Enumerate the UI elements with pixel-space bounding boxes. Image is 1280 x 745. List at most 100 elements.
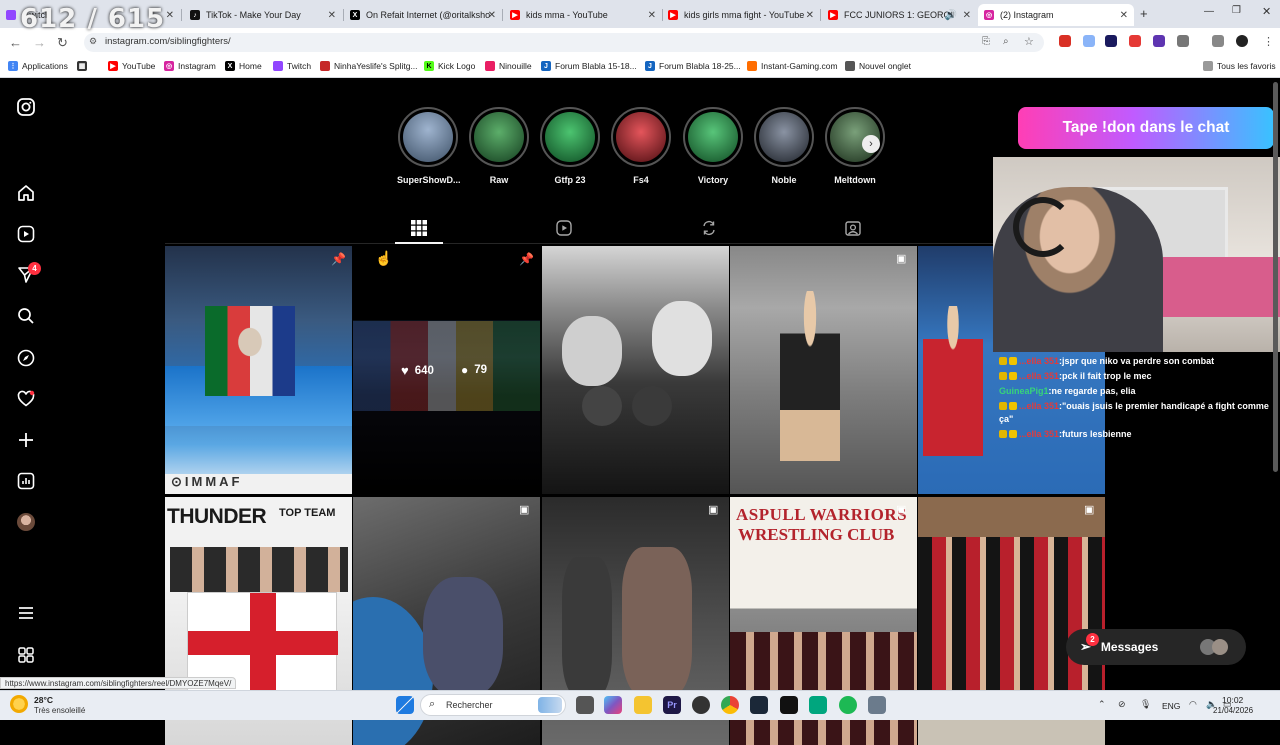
clock-date[interactable]: 21/04/2026 xyxy=(1213,706,1253,715)
app-icon[interactable] xyxy=(809,696,827,714)
spotify-icon[interactable] xyxy=(839,696,857,714)
close-tab-icon[interactable]: ✕ xyxy=(488,10,496,21)
browser-tab-instagram[interactable]: ◎ (2) Instagram ✕ xyxy=(978,4,1134,26)
tray-chevron-up-icon[interactable]: ⌃ xyxy=(1098,699,1106,710)
steam-icon[interactable] xyxy=(750,696,768,714)
browser-tab-youtube-girls-fight[interactable]: ▶ kids girls mma fight - YouTube ✕ xyxy=(662,4,820,26)
zoom-icon[interactable]: ⌕ xyxy=(1003,36,1009,47)
weather-desc[interactable]: Très ensoleillé xyxy=(34,706,85,715)
instagram-logo-icon[interactable] xyxy=(16,97,36,117)
extension-shield-icon[interactable] xyxy=(1153,35,1165,47)
bookmark-ninouille[interactable]: Ninouille xyxy=(485,61,532,71)
language-indicator[interactable]: ENG xyxy=(1162,701,1180,711)
copilot-icon[interactable] xyxy=(604,696,622,714)
highlight-noble[interactable]: Noble xyxy=(753,107,815,185)
profile-avatar[interactable] xyxy=(16,512,36,532)
obs-icon[interactable] xyxy=(692,696,710,714)
explore-compass-icon[interactable] xyxy=(16,348,36,368)
chat-username: ...ella 351 xyxy=(1019,371,1060,381)
all-bookmarks[interactable]: Tous les favoris xyxy=(1203,61,1276,71)
weather-temp[interactable]: 28°C xyxy=(34,695,53,705)
search-icon[interactable] xyxy=(16,306,36,326)
back-icon[interactable]: ← xyxy=(9,35,22,50)
tab-reels-icon[interactable] xyxy=(552,216,576,240)
profile-avatar-icon[interactable] xyxy=(1236,35,1248,47)
dashboard-icon[interactable] xyxy=(16,471,36,491)
site-info-icon[interactable]: ⚙ xyxy=(89,36,97,47)
page-scrollbar[interactable] xyxy=(1273,82,1278,472)
bookmark-star-icon[interactable]: ☆ xyxy=(1024,35,1034,48)
extension-icon[interactable] xyxy=(1105,35,1117,47)
close-tab-icon[interactable]: ✕ xyxy=(166,10,174,21)
bookmark-twitch[interactable]: Twitch xyxy=(273,61,311,71)
premiere-pro-icon[interactable]: Pr xyxy=(663,696,681,714)
close-tab-icon[interactable]: ✕ xyxy=(648,10,656,21)
bookmark-splitgate[interactable]: NinhaYeslife's Splitg... xyxy=(320,61,418,71)
browser-tab-fcc-juniors[interactable]: ▶ FCC JUNIORS 1: GEORGINA 🔊 ✕ xyxy=(822,4,977,26)
bookmark-forum-18-25[interactable]: J Forum Blabla 18-25... xyxy=(645,61,741,71)
browser-tab-x[interactable]: X On Refait Internet (@oritalksho ✕ xyxy=(344,4,502,26)
bookmark-instant-gaming[interactable]: Instant-Gaming.com xyxy=(747,61,838,71)
close-tab-icon[interactable]: ✕ xyxy=(963,10,971,21)
also-from-meta-icon[interactable] xyxy=(16,645,36,665)
task-view-icon[interactable] xyxy=(576,696,594,714)
install-app-icon[interactable]: ⎘ xyxy=(982,36,990,47)
highlights-next-arrow-icon[interactable]: › xyxy=(862,135,880,153)
post-tile-boys-boxing-bw[interactable] xyxy=(542,246,729,494)
browser-tab-tiktok[interactable]: ♪ TikTok - Make Your Day ✕ xyxy=(184,4,342,26)
more-menu-icon[interactable] xyxy=(16,603,36,623)
create-plus-icon[interactable] xyxy=(16,430,36,450)
bookmark-home[interactable]: X Home xyxy=(225,61,262,71)
tab-posts-grid-icon[interactable] xyxy=(407,216,431,240)
bookmark-instagram[interactable]: ◎ Instagram xyxy=(164,61,216,71)
clock-time[interactable]: 10:02 xyxy=(1222,695,1243,705)
close-tab-icon[interactable]: ✕ xyxy=(328,10,336,21)
window-close-button[interactable]: ✕ xyxy=(1262,5,1271,18)
browser-menu-icon[interactable]: ⋮ xyxy=(1263,35,1274,48)
tiktok-icon[interactable] xyxy=(780,696,798,714)
browser-tab-youtube-kids-mma[interactable]: ▶ kids mma - YouTube ✕ xyxy=(504,4,662,26)
close-tab-icon[interactable]: ✕ xyxy=(1120,10,1128,21)
bookmark-youtube[interactable]: ▶ YouTube xyxy=(108,61,155,71)
tray-icon[interactable]: ⊘ xyxy=(1118,699,1126,710)
highlight-raw[interactable]: Raw xyxy=(468,107,530,185)
extensions-puzzle-icon[interactable] xyxy=(1177,35,1189,47)
settings-gear-icon[interactable] xyxy=(868,696,886,714)
forward-icon[interactable]: → xyxy=(33,35,46,50)
weather-sun-icon[interactable] xyxy=(10,695,28,713)
highlight-supershow[interactable]: SuperShowD... xyxy=(397,107,461,185)
tab-reposts-icon[interactable] xyxy=(697,216,721,240)
home-icon[interactable] xyxy=(16,183,36,203)
extension-icon[interactable] xyxy=(1083,35,1095,47)
highlight-gtfp23[interactable]: Gtfp 23 xyxy=(539,107,601,185)
media-icon[interactable] xyxy=(1212,35,1224,47)
reels-icon[interactable] xyxy=(16,224,36,244)
instant-gaming-icon xyxy=(747,61,757,71)
extension-icon[interactable] xyxy=(1129,35,1141,47)
close-tab-icon[interactable]: ✕ xyxy=(806,10,814,21)
tab-tagged-icon[interactable] xyxy=(841,216,865,240)
reload-icon[interactable]: ↻ xyxy=(57,35,68,51)
bookmark-forum-15-18[interactable]: J Forum Blabla 15-18... xyxy=(541,61,637,71)
chat-text: :futurs lesbienne xyxy=(1059,429,1132,439)
microphone-icon[interactable]: 🎙 xyxy=(1140,699,1151,710)
bookmark-kick[interactable]: K Kick Logo xyxy=(424,61,475,71)
minimize-button[interactable]: — xyxy=(1204,6,1214,17)
wifi-icon[interactable]: ◠ xyxy=(1189,699,1197,710)
post-tile-running-kid[interactable]: ▣ xyxy=(730,246,917,494)
highlight-victory[interactable]: Victory xyxy=(682,107,744,185)
new-tab-button[interactable]: + xyxy=(1140,6,1148,21)
extension-adblock-icon[interactable] xyxy=(1059,35,1071,47)
post-tile-girls-hover[interactable]: 📌 ♥ 640 ● 79 xyxy=(353,246,540,494)
restore-button[interactable]: ❐ xyxy=(1232,5,1241,16)
windows-start-icon[interactable] xyxy=(396,696,414,714)
bookmark-applications[interactable]: ⋮ Applications xyxy=(8,61,68,71)
file-explorer-icon[interactable] xyxy=(634,696,652,714)
notifications-heart-icon[interactable] xyxy=(16,389,36,409)
chrome-icon[interactable] xyxy=(721,696,739,714)
highlight-fs4[interactable]: Fs4 xyxy=(610,107,672,185)
bookmark-nouvel-onglet[interactable]: Nouvel onglet xyxy=(845,61,911,71)
post-tile-podium[interactable]: ⊙IMMAF 📌 xyxy=(165,246,352,494)
speaker-icon[interactable]: 🔊 xyxy=(945,10,957,21)
bookmark-grid[interactable]: ▦ xyxy=(77,61,91,71)
